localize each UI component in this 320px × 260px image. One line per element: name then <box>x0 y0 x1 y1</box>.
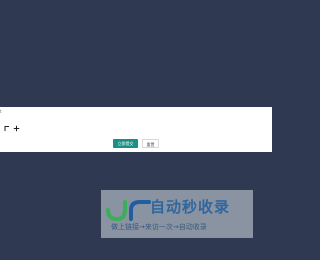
dialog-actions: 立即提交 重置 <box>113 139 159 148</box>
reset-button[interactable]: 重置 <box>142 139 159 148</box>
corner-arrow-icon[interactable] <box>4 125 11 132</box>
dialog-corner-mark: t <box>0 109 2 114</box>
dialog-toolbar <box>4 125 20 132</box>
watermark-subtitle: 做上链接→来访一次→自动收录 <box>111 223 207 231</box>
dialog-panel: t 立即提交 重置 <box>0 107 272 152</box>
submit-button[interactable]: 立即提交 <box>113 139 138 148</box>
plus-icon[interactable] <box>13 125 20 132</box>
page: t 立即提交 重置 自动秒收录 做上链接→来访一次→自动收录 <box>0 0 272 260</box>
watermark-logo <box>106 200 151 221</box>
watermark: 自动秒收录 做上链接→来访一次→自动收录 <box>101 190 253 238</box>
watermark-title: 自动秒收录 <box>150 198 231 216</box>
